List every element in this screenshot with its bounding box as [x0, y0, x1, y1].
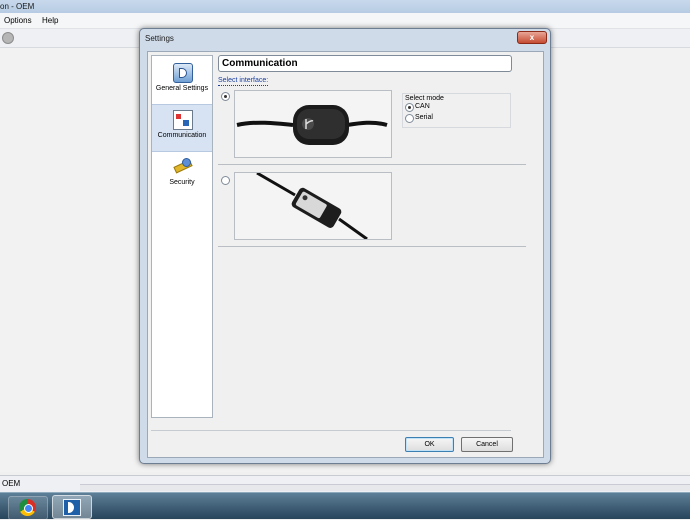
interface-separator [218, 246, 526, 247]
nav-item-security[interactable]: Security [152, 152, 212, 198]
menu-help[interactable]: Help [42, 16, 58, 25]
nav-label: Communication [157, 132, 207, 139]
interface-image-can-serial[interactable] [234, 90, 392, 158]
interface-image-usb[interactable] [234, 171, 392, 241]
mode-radio-can[interactable] [405, 103, 414, 112]
taskbar-app-button[interactable] [52, 495, 92, 519]
taskbar [0, 492, 690, 520]
select-mode-group: Select mode CAN Serial [402, 93, 511, 128]
page-title: Communication [218, 55, 512, 72]
toolbar-button-icon[interactable] [2, 32, 14, 44]
cancel-button[interactable]: Cancel [461, 437, 513, 452]
status-text: OEM [2, 479, 21, 488]
taskbar-chrome-button[interactable] [8, 496, 48, 520]
app-title: on - OEM [0, 2, 35, 11]
mode-label-serial: Serial [415, 114, 433, 121]
nav-label: General Settings [155, 85, 209, 92]
nav-item-general-settings[interactable]: General Settings [152, 58, 212, 104]
interface-radio-usb[interactable] [221, 176, 230, 185]
button-separator [151, 430, 511, 431]
chrome-icon [19, 499, 36, 516]
app-title-bar: on - OEM [0, 0, 690, 13]
select-interface-label: Select interface: [218, 77, 269, 84]
nav-item-communication[interactable]: Communication [152, 104, 212, 152]
general-settings-icon [173, 63, 193, 83]
can-cable-icon [235, 91, 391, 157]
ok-button[interactable]: OK [405, 437, 454, 452]
status-bar-segment [80, 484, 690, 491]
interface-separator [218, 164, 526, 165]
dialog-title: Settings [145, 34, 174, 43]
app-icon [63, 499, 81, 516]
select-mode-title: Select mode [405, 95, 444, 102]
settings-nav: General Settings Communication Security [151, 55, 213, 418]
menu-options[interactable]: Options [4, 16, 32, 25]
mode-radio-serial[interactable] [405, 114, 414, 123]
dialog-client-area: General Settings Communication Security … [147, 51, 544, 458]
settings-dialog: Settings x General Settings Communicatio… [139, 28, 551, 464]
mode-label-can: CAN [415, 103, 430, 110]
interface-radio-can-serial[interactable] [221, 92, 230, 101]
usb-cable-icon [235, 171, 391, 241]
nav-label: Security [169, 179, 195, 186]
app-menu-bar: Options Help [0, 13, 690, 29]
page-title-text: Communication [222, 58, 298, 69]
security-icon [173, 157, 191, 175]
label-underline [218, 85, 268, 86]
close-button[interactable]: x [517, 31, 547, 44]
communication-icon [173, 110, 193, 130]
